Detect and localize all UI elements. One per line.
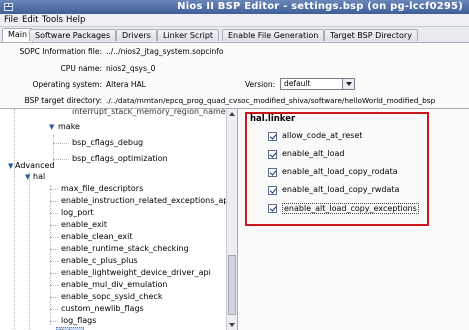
- version-select[interactable]: default: [280, 78, 355, 90]
- option-label: enable_alt_load: [282, 149, 345, 158]
- menu-file[interactable]: File: [4, 15, 18, 25]
- settings-tree: interrupt_stack_memory_region_name ▼ mak…: [0, 108, 238, 330]
- sopc-value: ../../nios2_jtag_system.sopcinfo: [106, 47, 224, 56]
- scroll-down-arrow-icon[interactable]: [228, 321, 236, 329]
- checkbox-checked-icon[interactable]: [268, 150, 277, 159]
- tree-item-hal-setting[interactable]: enable_instruction_related_exceptions_ap: [61, 196, 228, 205]
- os-label: Operating system:: [32, 80, 102, 89]
- tree-item-hal-setting[interactable]: custom_newlib_flags: [61, 304, 144, 313]
- tree-item-interrupt-stack[interactable]: interrupt_stack_memory_region_name: [72, 109, 226, 116]
- checkbox-checked-icon[interactable]: [268, 204, 277, 213]
- option-label: enable_alt_load_copy_rodata: [282, 167, 398, 176]
- tree-item-hal-setting[interactable]: enable_exit: [61, 220, 107, 229]
- tree-item-bsp-cflags-debug[interactable]: bsp_cflags_debug: [72, 138, 143, 147]
- app-icon: [4, 3, 13, 11]
- bsp-dir-label: BSP target directory:: [24, 96, 102, 105]
- tree-item-hal-setting[interactable]: enable_clean_exit: [61, 232, 133, 241]
- tree-item-advanced[interactable]: Advanced: [15, 161, 55, 170]
- bsp-info-form: SOPC Information file: ../../nios2_jtag_…: [0, 42, 469, 108]
- tab-linker-script[interactable]: Linker Script: [157, 29, 220, 41]
- option-label: enable_alt_load_copy_exceptions: [282, 203, 419, 214]
- tree-item-hal-setting[interactable]: log_flags: [61, 316, 96, 325]
- tree-item-hal-setting[interactable]: enable_mul_div_emulation: [61, 280, 167, 289]
- tab-enable-file-generation[interactable]: Enable File Generation: [222, 29, 325, 41]
- menu-edit[interactable]: Edit: [22, 15, 38, 25]
- tree-item-bsp-cflags-optimization[interactable]: bsp_cflags_optimization: [72, 154, 168, 163]
- tab-bar: Main Software Packages Drivers Linker Sc…: [0, 28, 469, 42]
- tree-item-hal[interactable]: hal: [33, 172, 45, 181]
- tab-target-bsp-directory[interactable]: Target BSP Directory: [324, 29, 418, 41]
- expand-arrow-icon[interactable]: ▼: [8, 162, 13, 170]
- checkbox-checked-icon[interactable]: [268, 168, 277, 177]
- option-label: enable_alt_load_copy_rwdata: [282, 185, 400, 194]
- cpu-value: nios2_qsys_0: [106, 64, 156, 73]
- linker-settings-panel: hal.linker allow_code_at_reset enable_al…: [238, 108, 469, 330]
- tab-drivers[interactable]: Drivers: [116, 29, 157, 41]
- bsp-dir-value: ./../data/mmtan/epcq_prog_quad_cvsoc_mod…: [106, 96, 436, 105]
- menu-help[interactable]: Help: [66, 15, 85, 25]
- menu-tools[interactable]: Tools: [42, 15, 63, 25]
- checkbox-checked-icon[interactable]: [268, 186, 277, 195]
- version-label: Version:: [245, 80, 276, 89]
- tree-item-hal-setting[interactable]: log_port: [61, 208, 94, 217]
- tree-item-make[interactable]: make: [58, 122, 80, 131]
- title-bar: Nios II BSP Editor - settings.bsp (on pg…: [0, 0, 469, 14]
- tree-item-hal-setting[interactable]: enable_c_plus_plus: [61, 256, 138, 265]
- cpu-label: CPU name:: [60, 64, 102, 73]
- scroll-up-arrow-icon[interactable]: [228, 110, 236, 118]
- tab-software-packages[interactable]: Software Packages: [29, 29, 117, 41]
- version-value: default: [284, 79, 311, 88]
- chevron-down-icon[interactable]: [342, 79, 354, 89]
- checkbox-checked-icon[interactable]: [268, 132, 277, 141]
- tree-scrollbar[interactable]: [226, 109, 237, 330]
- tree-item-hal-setting[interactable]: max_file_descriptors: [61, 184, 143, 193]
- expand-arrow-icon[interactable]: ▼: [49, 123, 54, 131]
- tree-item-hal-setting[interactable]: enable_lightweight_device_driver_api: [61, 268, 211, 277]
- os-value: Altera HAL: [106, 80, 146, 89]
- menu-bar: File Edit Tools Help: [0, 14, 469, 27]
- sopc-label: SOPC Information file:: [19, 47, 102, 56]
- window-title: Nios II BSP Editor - settings.bsp (on pg…: [177, 1, 463, 12]
- expand-arrow-icon[interactable]: ▼: [25, 173, 30, 181]
- option-label: allow_code_at_reset: [282, 131, 363, 140]
- tree-item-hal-setting[interactable]: enable_runtime_stack_checking: [61, 244, 189, 253]
- scroll-thumb[interactable]: [228, 255, 236, 315]
- tree-item-hal-setting[interactable]: enable_sopc_sysid_check: [61, 292, 162, 301]
